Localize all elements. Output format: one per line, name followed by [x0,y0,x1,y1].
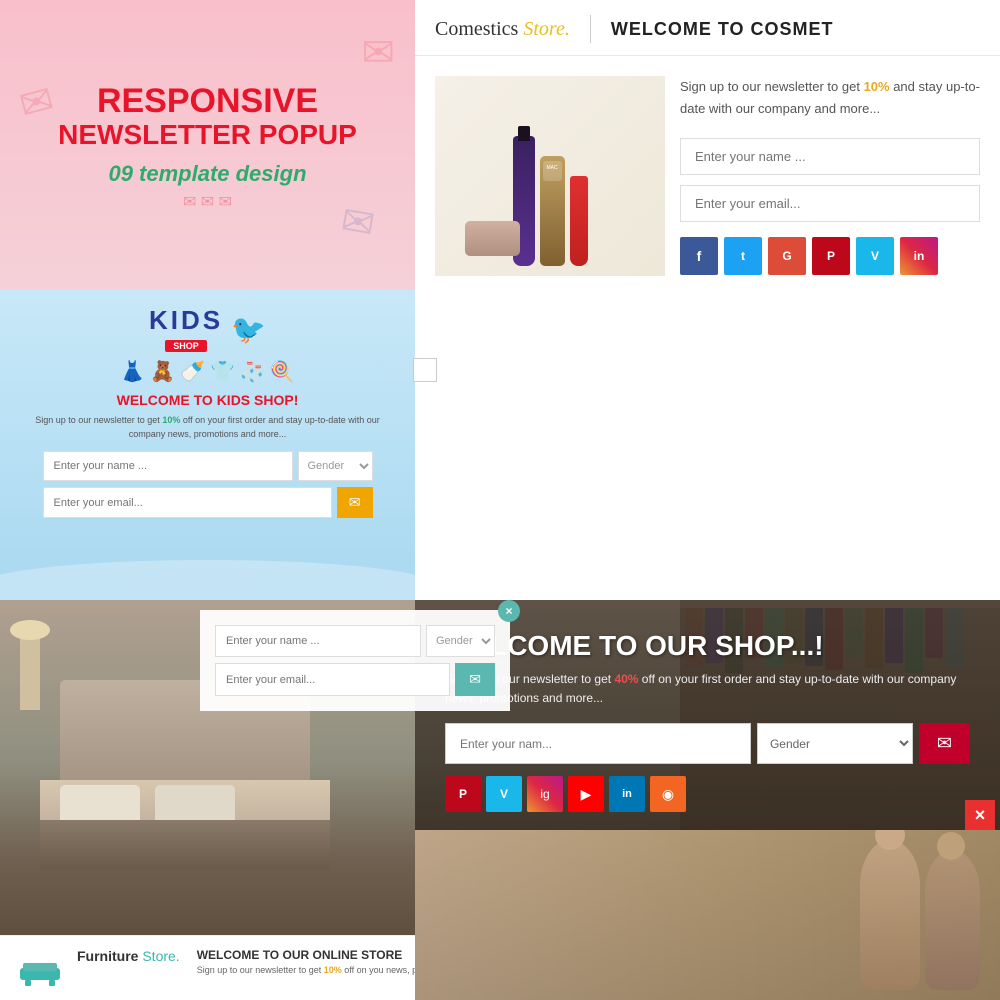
twitter-btn[interactable]: t [724,237,762,275]
fashion-gender-select[interactable]: GenderMaleFemale [757,723,913,764]
fashion-form: GenderMaleFemale ✉ [445,723,970,764]
fashion-vimeo-btn[interactable]: V [486,776,522,812]
vimeo-btn[interactable]: V [856,237,894,275]
kids-logo: KIDS [149,305,223,336]
popup-gender-select[interactable]: GenderMaleFemale [426,625,495,657]
fashion-social-buttons: P V ig ▶ in ◉ [445,776,970,812]
cosmetics-form-area: Sign up to our newsletter to get 10% and… [680,76,980,276]
fashion-rss-btn[interactable]: ◉ [650,776,686,812]
kids-submit-button[interactable]: ✉ [337,487,373,518]
popup-form: GenderMaleFemale ✉ [215,625,495,696]
fashion-signup-text: Sign up to our newsletter to get 40% off… [445,670,970,708]
popup-close-btn[interactable]: × [498,600,520,622]
pinterest-btn[interactable]: P [812,237,850,275]
cosmetics-logo: Comestics Store. [435,18,570,41]
fashion-welcome-title: WELCOME TO OUR SHOP...! [445,630,970,662]
fashion-name-input[interactable] [445,723,751,764]
fashion-submit-btn[interactable]: ✉ [919,723,970,764]
cosmetics-signup-text: Sign up to our newsletter to get 10% and… [680,76,980,120]
fashion-linkedin-btn[interactable]: in [609,776,645,812]
cosmetics-name-input[interactable] [680,138,980,175]
google-btn[interactable]: G [768,237,806,275]
cosmetics-welcome: WELCOME TO COSMET [611,19,834,40]
instagram-btn[interactable]: in [900,237,938,275]
close-button-bottom-right[interactable]: × [965,800,995,830]
fashion-photo-overlay [415,830,1000,1000]
hanging-items: 👗🧸🍼👕🧦🍭 [20,359,395,384]
kids-name-input[interactable] [43,451,293,481]
social-buttons-row: f t G P V in [680,237,980,275]
fashion-pinterest-btn[interactable]: P [445,776,481,812]
cosmetics-product-image: MAC [435,76,665,276]
template-count: 09 template design [108,161,306,187]
shop-badge: SHOP [165,340,207,352]
kids-welcome: WELCOME TO KIDS SHOP! [20,392,395,408]
fashion-youtube-btn[interactable]: ▶ [568,776,604,812]
furniture-popup: × GenderMaleFemale ✉ [200,610,510,711]
popup-email-input[interactable] [215,663,450,696]
cosmetics-email-input[interactable] [680,185,980,222]
mail-decoration-1: ✉ [361,30,395,76]
kids-discount: 10% [162,415,180,425]
kids-gender-select[interactable]: GenderMaleFemale [298,451,373,481]
furniture-logo-icon [15,948,65,988]
main-headline-1: RESPONSIVE [97,83,318,120]
main-headline-2: NEWSLETTER POPUP [58,120,357,151]
facebook-btn[interactable]: f [680,237,718,275]
popup-name-input[interactable] [215,625,421,657]
checkbox-overlay[interactable] [413,358,437,382]
kids-email-input[interactable] [43,487,332,518]
bird-icon: 🐦 [231,313,266,346]
fashion-instagram-btn[interactable]: ig [527,776,563,812]
furniture-brand: Furniture Store. [77,948,180,964]
kids-signup-text: Sign up to our newsletter to get 10% off… [20,414,395,441]
popup-submit-btn[interactable]: ✉ [455,663,495,696]
kids-form: GenderMaleFemale ✉ [20,451,395,518]
